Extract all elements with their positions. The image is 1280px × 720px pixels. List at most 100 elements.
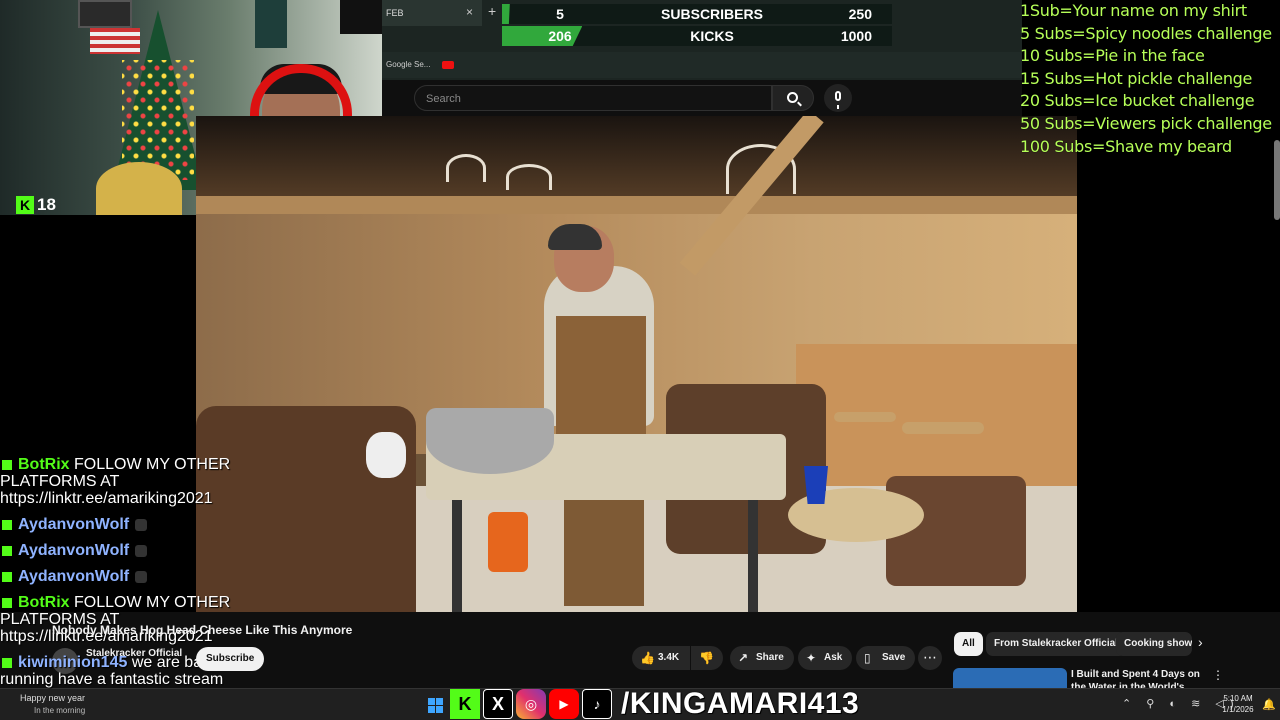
- sub-goal-item: 5 Subs=Spicy noodles challenge: [1020, 23, 1272, 43]
- video-player[interactable]: [196, 116, 1077, 612]
- kick-badge-icon: [2, 459, 12, 470]
- search-icon: [787, 92, 798, 103]
- sparkle-icon: ✦: [806, 651, 817, 665]
- page-scrollbar[interactable]: [1274, 140, 1280, 220]
- youtube-header: Search: [382, 80, 1022, 116]
- subscribers-target: 250: [848, 6, 872, 22]
- browser-chrome: FEB × + 5 SUBSCRIBERS 250 206 KICKS 1000…: [382, 0, 1022, 80]
- chevron-right-icon[interactable]: ›: [1198, 634, 1203, 650]
- kick-logo-icon: K: [16, 196, 34, 214]
- instagram-icon: ◎: [516, 689, 546, 719]
- emote-icon: [135, 570, 148, 583]
- new-tab-icon[interactable]: +: [488, 3, 496, 19]
- kick-badge-icon: [2, 519, 12, 530]
- chat-message: AydanvonWolf: [0, 568, 260, 585]
- bookmark-google-search[interactable]: Google Se...: [386, 60, 430, 69]
- streamer-handle: /KINGAMARI413: [621, 687, 860, 720]
- more-actions-icon[interactable]: ⋯: [918, 646, 942, 670]
- antler-mount: [446, 154, 486, 182]
- metal-bowl: [426, 408, 554, 474]
- taskbar-clock[interactable]: 5:10 AM 1/1/2026: [1214, 693, 1262, 715]
- youtube-icon: ▶: [549, 689, 579, 719]
- bookmarks-bar: Google Se...: [382, 52, 1022, 78]
- chip-all[interactable]: All: [954, 632, 983, 656]
- kick-viewer-count: K 18: [16, 195, 56, 215]
- scene-beam: [196, 196, 1077, 214]
- wall-poster: [255, 0, 287, 48]
- voice-search-button[interactable]: [824, 84, 852, 112]
- share-button[interactable]: ↗ Share: [730, 646, 794, 670]
- table-leg: [748, 500, 758, 612]
- chat-username[interactable]: BotRix: [18, 594, 70, 611]
- chat-username[interactable]: kiwiminion145: [18, 654, 127, 671]
- cook-cap: [548, 224, 602, 250]
- kick-icon: K: [450, 689, 480, 719]
- blue-cup: [804, 466, 828, 504]
- bar-stool: [834, 412, 896, 422]
- youtube-bookmark-icon[interactable]: [442, 61, 454, 69]
- tab-label: FEB: [386, 8, 404, 18]
- scene-ceiling: [196, 116, 1077, 206]
- like-button[interactable]: 👍 3.4K: [632, 646, 690, 670]
- viewer-count-value: 18: [37, 195, 56, 214]
- kick-badge-icon: [2, 571, 12, 582]
- chat-username[interactable]: AydanvonWolf: [18, 516, 129, 533]
- notification-icon[interactable]: 🔔: [1262, 698, 1276, 711]
- chat-username[interactable]: AydanvonWolf: [18, 568, 129, 585]
- skull: [366, 432, 406, 478]
- sub-goal-item: 1Sub=Your name on my shirt: [1020, 1, 1247, 20]
- dislike-button[interactable]: 👎: [691, 646, 723, 670]
- windows-start-icon[interactable]: [428, 698, 443, 713]
- thumbs-up-icon: 👍: [640, 651, 655, 665]
- share-label: Share: [756, 652, 784, 663]
- second-person: [96, 162, 182, 215]
- subscribers-goal-fill: [502, 4, 510, 24]
- recommended-more-icon[interactable]: ⋮: [1212, 668, 1224, 682]
- clock-date: 1/1/2026: [1222, 705, 1254, 714]
- recommended-thumbnail[interactable]: [953, 668, 1067, 688]
- browser-tab[interactable]: FEB ×: [382, 0, 482, 26]
- wall-poster: [340, 0, 382, 34]
- kicks-target: 1000: [840, 28, 872, 44]
- ask-button[interactable]: ✦ Ask: [798, 646, 853, 670]
- chip-from-channel[interactable]: From Stalekracker Official: [986, 632, 1126, 656]
- bar-stool: [902, 422, 984, 434]
- table-leg: [452, 500, 462, 612]
- kicks-goal: 206 KICKS 1000: [502, 26, 892, 46]
- search-input[interactable]: Search: [414, 85, 772, 111]
- emote-icon: [135, 518, 148, 531]
- clock-time: 5:10 AM: [1223, 694, 1253, 703]
- chip-cooking-shows[interactable]: Cooking shows: [1116, 632, 1192, 656]
- sub-goal-item: 50 Subs=Viewers pick challenge: [1020, 113, 1272, 133]
- goal-bar: 5 SUBSCRIBERS 250 206 KICKS 1000: [502, 2, 892, 46]
- bookmark-icon: ▯: [864, 651, 871, 665]
- weather-subtext: In the morning: [34, 706, 86, 715]
- kicks-current: 206: [548, 28, 572, 44]
- subscribe-button[interactable]: Subscribe: [196, 647, 265, 671]
- chat-message: BotRix FOLLOW MY OTHER PLATFORMS AT http…: [0, 594, 260, 645]
- tab-close-icon[interactable]: ×: [466, 5, 473, 19]
- x-icon: X: [483, 689, 513, 719]
- kick-badge-icon: [2, 597, 12, 608]
- sub-goal-item: 10 Subs=Pie in the face: [1020, 46, 1205, 66]
- sub-goal-item: 100 Subs=Shave my beard: [1020, 136, 1232, 156]
- sub-goal-item: 20 Subs=Ice bucket challenge: [1020, 91, 1255, 111]
- social-handle-overlay: K X ◎ ▶ ♪ /KINGAMARI413: [450, 687, 860, 720]
- recommended-title[interactable]: I Built and Spent 4 Days on the Water in…: [1071, 668, 1205, 690]
- chat-message: AydanvonWolf: [0, 542, 260, 559]
- sub-goals-list: 1Sub=Your name on my shirt 5 Subs=Spicy n…: [1020, 0, 1280, 158]
- emote-icon: [135, 544, 148, 557]
- subscribers-label: SUBSCRIBERS: [661, 6, 763, 22]
- search-button[interactable]: [772, 85, 814, 111]
- chat-username[interactable]: AydanvonWolf: [18, 542, 129, 559]
- kick-badge-icon: [2, 545, 12, 556]
- ask-label: Ask: [824, 652, 843, 663]
- video-title: Nobody Makes Hog Head Cheese Like This A…: [52, 623, 353, 637]
- chat-message: BotRix FOLLOW MY OTHER PLATFORMS AT http…: [0, 456, 260, 507]
- save-button[interactable]: ▯ Save: [856, 646, 916, 670]
- sub-goal-item: 15 Subs=Hot pickle challenge: [1020, 68, 1253, 88]
- thumbs-down-icon: 👎: [699, 651, 714, 665]
- chat-message: AydanvonWolf: [0, 516, 260, 533]
- save-label: Save: [882, 652, 906, 663]
- chat-username[interactable]: BotRix: [18, 456, 70, 473]
